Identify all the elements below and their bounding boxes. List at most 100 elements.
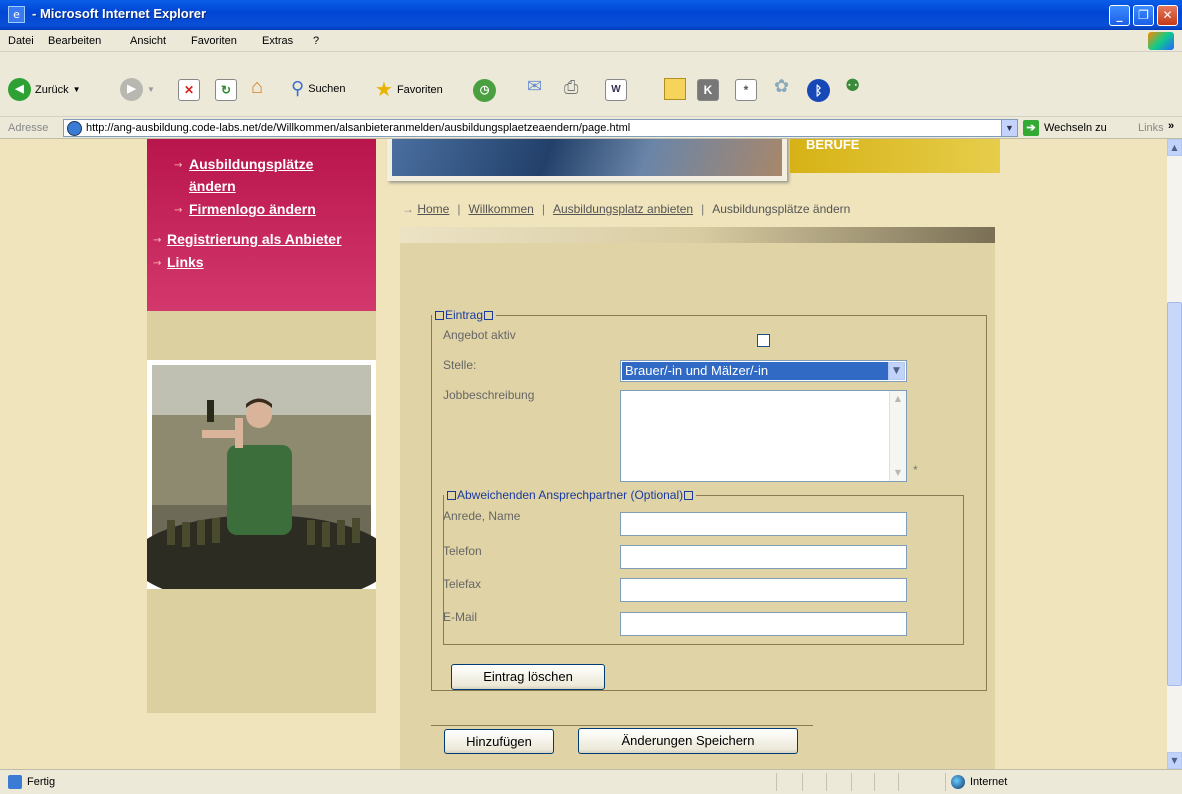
chevron-down-icon[interactable]: ▼ — [888, 362, 905, 380]
menu-bearbeiten[interactable]: Bearbeiten — [48, 35, 101, 47]
forward-button[interactable]: ▶ ▼ — [120, 78, 155, 101]
breadcrumb: → Home | Willkommen | Ausbildungsplatz anbie… — [402, 202, 850, 216]
contact-legend-text: Abweichenden Ansprechpartner (Optional) — [457, 488, 684, 502]
close-button[interactable]: ✕ — [1157, 5, 1178, 26]
textarea-scrollbar[interactable]: ▲ ▼ — [889, 391, 906, 481]
search-label: Suchen — [308, 82, 346, 95]
print-icon[interactable]: ⎙ — [564, 77, 578, 98]
window-title: - Microsoft Internet Explorer — [32, 6, 207, 21]
windows-logo-icon — [1148, 32, 1174, 50]
nav-ausbildungsplaetze-line2[interactable]: ändern — [189, 178, 236, 194]
menu-datei[interactable]: Datei — [8, 35, 34, 47]
brewery-photo — [147, 360, 376, 589]
address-dropdown-icon[interactable]: ▼ — [1001, 120, 1017, 136]
contact-legend: Abweichenden Ansprechpartner (Optional) — [444, 488, 696, 502]
scroll-down-icon[interactable]: ▼ — [1167, 752, 1182, 769]
status-divider — [851, 773, 852, 791]
status-divider — [898, 773, 899, 791]
job-description-textarea[interactable]: ▲ ▼ — [620, 390, 907, 482]
stop-icon[interactable]: ✕ — [178, 79, 200, 101]
email-input[interactable] — [620, 612, 907, 636]
maximize-button[interactable]: ❐ — [1133, 5, 1154, 26]
menu-extras[interactable]: Extras — [262, 35, 293, 47]
address-input[interactable]: http://ang-ausbildung.code-labs.net/de/W… — [63, 119, 1018, 137]
links-label[interactable]: Links — [1138, 122, 1164, 134]
mail-icon[interactable]: ✉ — [527, 76, 542, 97]
section-divider — [400, 227, 995, 243]
note-icon[interactable]: * — [735, 79, 757, 101]
butterfly-icon[interactable]: ✿ — [774, 76, 789, 97]
bluetooth-icon[interactable]: ᛒ — [807, 79, 830, 102]
dropdown-arrow-icon: ▼ — [72, 85, 81, 94]
breadcrumb-separator: | — [457, 202, 461, 216]
job-description-label: Jobbeschreibung — [443, 388, 535, 402]
favorites-button[interactable]: ★ Favoriten — [375, 77, 443, 102]
address-label: Adresse — [8, 122, 49, 134]
home-icon[interactable]: ⌂ — [251, 76, 263, 99]
button-divider — [431, 725, 813, 726]
forward-arrow-icon: ▶ — [120, 78, 143, 101]
minimize-button[interactable]: _ — [1109, 5, 1130, 26]
nav-arrow-icon: → — [153, 258, 162, 269]
fax-input[interactable] — [620, 578, 907, 602]
phone-label: Telefon — [443, 544, 482, 558]
title-bar: e - Microsoft Internet Explorer _ ❐ ✕ — [0, 0, 1182, 30]
phone-input[interactable] — [620, 545, 907, 569]
breadcrumb-separator: | — [701, 202, 705, 216]
history-icon[interactable]: ◷ — [473, 79, 496, 102]
go-button[interactable]: Wechseln zu — [1044, 122, 1107, 134]
page-icon — [67, 121, 82, 136]
word-edit-icon[interactable]: W — [605, 79, 627, 101]
nav-arrow-icon: → — [174, 160, 183, 171]
side-navigation: → Ausbildungsplätze ändern → Firmenlogo … — [147, 139, 376, 311]
dropdown-arrow-icon: ▼ — [147, 85, 155, 94]
email-label: E-Mail — [443, 610, 478, 624]
entry-legend: Eintrag — [432, 308, 496, 322]
notes-icon[interactable] — [664, 78, 686, 100]
links-chevron[interactable]: » — [1168, 120, 1174, 132]
search-button[interactable]: ⚲ Suchen — [291, 78, 346, 99]
refresh-icon[interactable]: ↻ — [215, 79, 237, 101]
messenger-icon[interactable]: ⚉ — [845, 76, 860, 96]
breadcrumb-anbieten[interactable]: Ausbildungsplatz anbieten — [553, 202, 693, 216]
active-checkbox[interactable] — [757, 334, 770, 347]
status-bar: Fertig Internet — [0, 769, 1182, 794]
position-select[interactable]: Brauer/-in und Mälzer/-in ▼ — [620, 360, 907, 382]
favorites-label: Favoriten — [396, 83, 443, 96]
browser-window: e - Microsoft Internet Explorer _ ❐ ✕ Da… — [0, 0, 1182, 794]
scroll-up-icon[interactable]: ▲ — [1167, 139, 1182, 156]
breadcrumb-willkommen[interactable]: Willkommen — [468, 202, 533, 216]
legend-checkbox-icon — [435, 311, 444, 321]
toolbar: ◀ Zurück ▼ ▶ ▼ ✕ ↻ ⌂ ⚲ Suchen ★ Favorite… — [0, 52, 1182, 117]
position-label: Stelle: — [443, 358, 477, 372]
delete-entry-button[interactable]: Eintrag löschen — [451, 664, 605, 690]
banner-title: BERUFE — [806, 139, 860, 152]
nav-registrierung[interactable]: Registrierung als Anbieter — [167, 231, 342, 247]
breadcrumb-home[interactable]: Home — [417, 202, 449, 216]
menu-favoriten[interactable]: Favoriten — [191, 35, 237, 47]
page-viewport: → Ausbildungsplätze ändern → Firmenlogo … — [0, 139, 1167, 769]
status-divider — [874, 773, 875, 791]
status-divider — [826, 773, 827, 791]
globe-icon — [951, 775, 965, 789]
nav-firmenlogo[interactable]: Firmenlogo ändern — [189, 201, 316, 217]
back-button[interactable]: ◀ Zurück ▼ — [8, 78, 81, 101]
page-done-icon — [8, 775, 22, 789]
page-scrollbar[interactable]: ▲ ▼ — [1167, 139, 1182, 769]
nav-ausbildungsplaetze[interactable]: Ausbildungsplätze — [189, 156, 313, 172]
save-changes-button[interactable]: Änderungen Speichern — [578, 728, 798, 754]
scroll-up-icon[interactable]: ▲ — [890, 391, 906, 407]
status-divider — [945, 773, 946, 791]
back-label: Zurück — [35, 83, 69, 96]
menu-ansicht[interactable]: Ansicht — [130, 35, 166, 47]
go-arrow-icon[interactable]: ➔ — [1023, 120, 1039, 136]
add-button[interactable]: Hinzufügen — [444, 729, 554, 754]
nav-arrow-icon: → — [153, 235, 162, 246]
nav-links[interactable]: Links — [167, 254, 204, 270]
contact-name-input[interactable] — [620, 512, 907, 536]
legend-checkbox-icon — [447, 491, 456, 501]
k-icon[interactable]: K — [697, 79, 719, 101]
scroll-down-icon[interactable]: ▼ — [890, 465, 906, 481]
menu-help[interactable]: ? — [313, 35, 319, 47]
scroll-thumb[interactable] — [1167, 302, 1182, 686]
